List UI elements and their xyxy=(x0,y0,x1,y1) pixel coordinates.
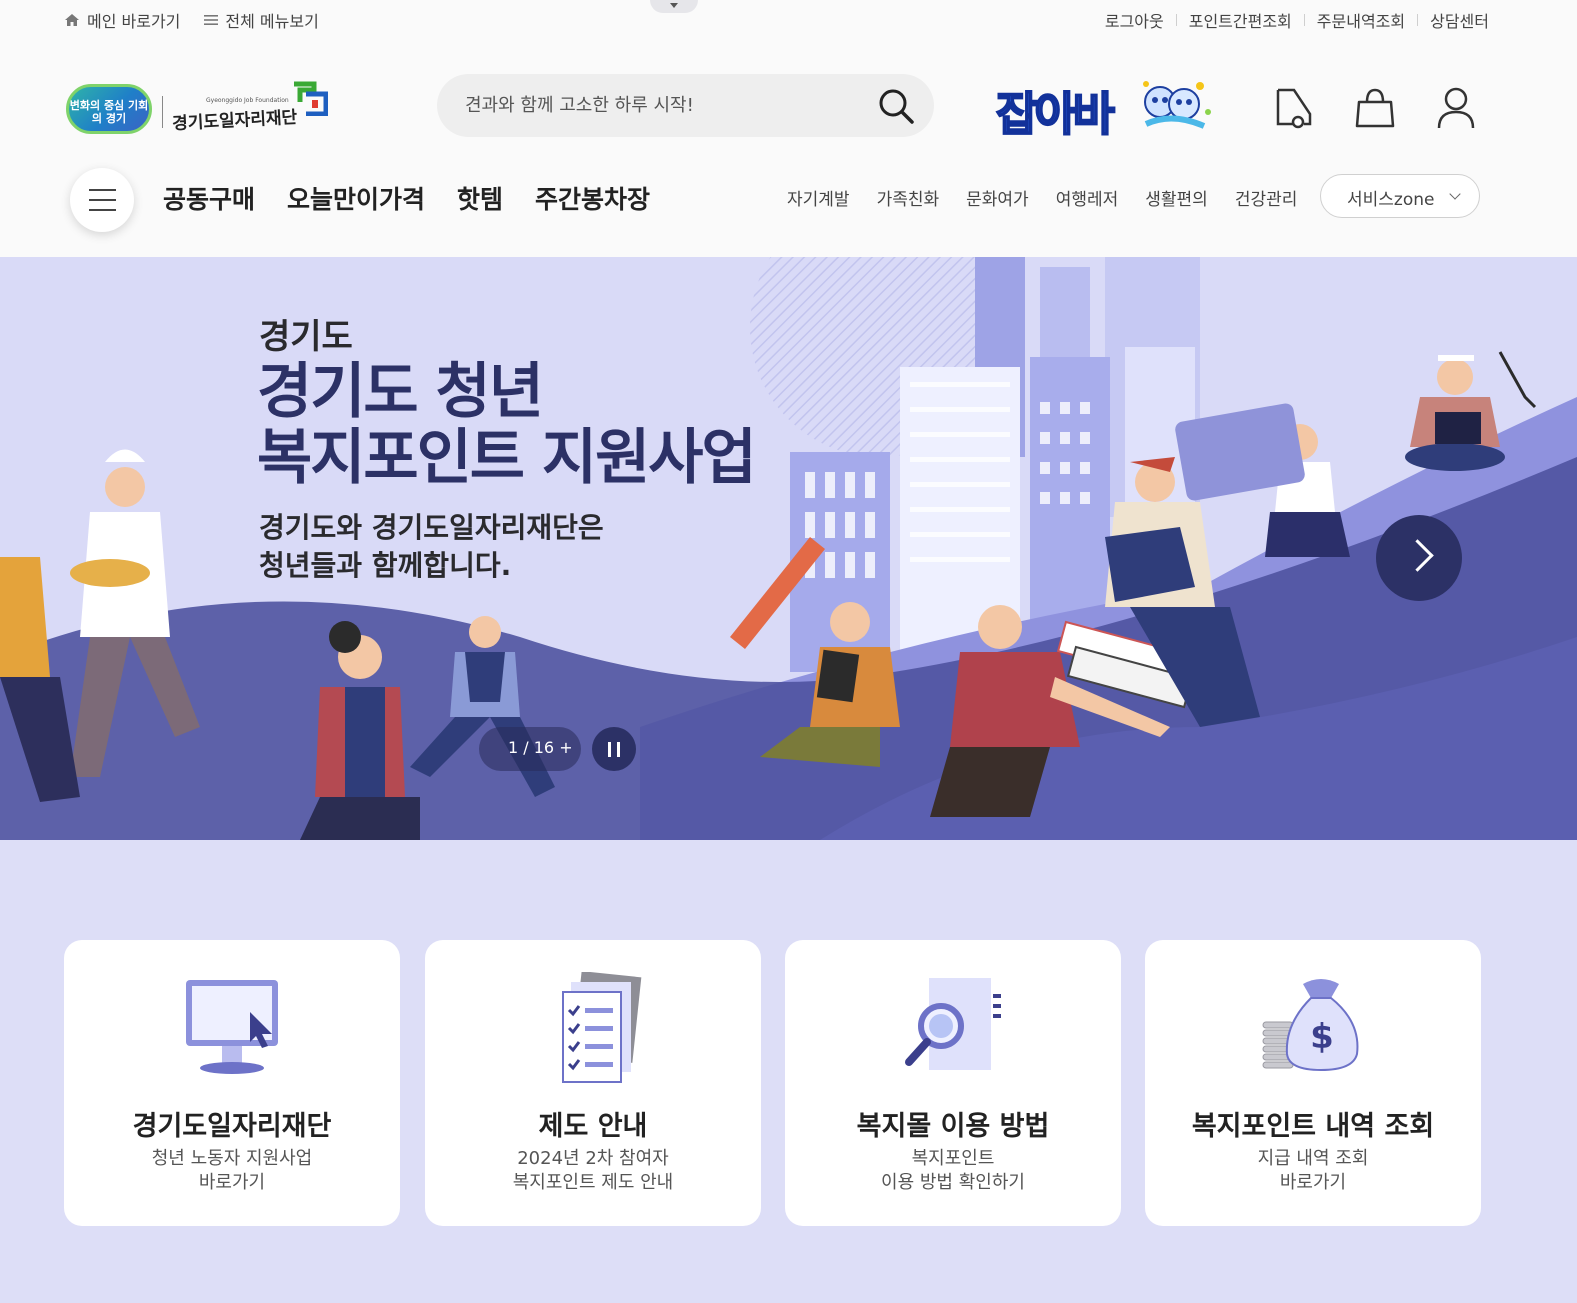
hamburger-menu-button[interactable] xyxy=(70,168,134,232)
card-desc-line1: 청년 노동자 지원사업 xyxy=(151,1148,313,1169)
card-desc-line2: 이용 방법 확인하기 xyxy=(881,1172,1025,1193)
quick-link-card-points[interactable]: $ 복지포인트 내역 조회 지급 내역 조회 바로가기 xyxy=(1145,940,1481,1226)
nav-group-buy[interactable]: 공동구매 xyxy=(163,180,255,216)
nav-travel[interactable]: 여행레저 xyxy=(1056,185,1119,210)
monitor-icon xyxy=(186,980,278,1074)
point-lookup-link[interactable]: 포인트간편조회 xyxy=(1189,8,1292,32)
jobaba-logo[interactable]: 잡아바 xyxy=(995,76,1218,142)
hero-desc-line1: 경기도와 경기도일자리재단은 xyxy=(259,511,604,544)
quick-links-section: 경기도일자리재단 청년 노동자 지원사업 바로가기 제도 안내 2024년 2차… xyxy=(0,840,1577,1303)
card-desc-line2: 복지포인트 제도 안내 xyxy=(512,1172,674,1193)
divider xyxy=(1303,14,1305,26)
gyeonggi-slogan-logo: 변화의 중심 기회의 경기 xyxy=(66,84,152,134)
hero-banner[interactable]: 경기도 경기도 청년 복지포인트 지원사업 경기도와 경기도일자리재단은 청년들… xyxy=(0,257,1577,840)
home-link-label: 메인 바로가기 xyxy=(87,12,181,31)
hamburger-icon xyxy=(89,189,116,191)
magnifier-document-icon xyxy=(905,978,1001,1070)
user-icon[interactable] xyxy=(1434,84,1478,132)
nav-health[interactable]: 건강관리 xyxy=(1235,185,1298,210)
quick-link-card-howto[interactable]: 복지몰 이용 방법 복지포인트 이용 방법 확인하기 xyxy=(785,940,1121,1226)
all-menu-label: 전체 메뉴보기 xyxy=(225,12,319,31)
pause-icon xyxy=(608,742,611,757)
quick-link-card-foundation[interactable]: 경기도일자리재단 청년 노동자 지원사업 바로가기 xyxy=(64,940,400,1226)
main-nav: 공동구매 오늘만이가격 핫템 주간봉차장 xyxy=(163,180,650,216)
hero-subtitle: 경기도 xyxy=(259,317,353,357)
delivery-truck-icon[interactable] xyxy=(1274,84,1318,132)
logout-link[interactable]: 로그아웃 xyxy=(1105,8,1164,32)
card-title: 제도 안내 xyxy=(538,1111,648,1142)
foundation-mark-icon xyxy=(294,81,328,116)
nav-living[interactable]: 생활편의 xyxy=(1145,185,1208,210)
search-icon[interactable] xyxy=(876,86,916,126)
svg-text:$: $ xyxy=(1310,1017,1334,1057)
slide-counter[interactable]: 1 / 16 + xyxy=(479,727,581,771)
divider xyxy=(1175,14,1177,26)
home-icon xyxy=(65,14,79,26)
nav-self-development[interactable]: 자기계발 xyxy=(787,185,850,210)
all-menu-link[interactable]: 전체 메뉴보기 xyxy=(204,8,319,32)
card-desc-line1: 복지포인트 xyxy=(911,1148,995,1169)
service-zone-label: 서비스zone xyxy=(1347,190,1435,210)
header-toggle-tab[interactable] xyxy=(650,0,698,13)
jobaba-logo-text: 잡아바 xyxy=(995,86,1116,142)
utility-bar: 메인 바로가기 전체 메뉴보기 로그아웃 포인트간편조회 주문내역조회 상담센터 xyxy=(0,0,1577,40)
card-desc-line1: 지급 내역 조회 xyxy=(1257,1148,1369,1169)
card-desc-line1: 2024년 2차 참여자 xyxy=(517,1148,669,1169)
hero-illustration xyxy=(0,257,1577,840)
document-checklist-icon xyxy=(562,972,642,1083)
card-desc-line2: 바로가기 xyxy=(1279,1172,1347,1193)
nav-hot-item[interactable]: 핫템 xyxy=(457,180,503,216)
next-slide-button[interactable] xyxy=(1376,515,1462,601)
divider xyxy=(1417,14,1419,26)
nav-today-price[interactable]: 오늘만이가격 xyxy=(287,180,425,216)
hero-description: 경기도와 경기도일자리재단은 청년들과 함께합니다. xyxy=(259,509,604,585)
card-title: 복지포인트 내역 조회 xyxy=(1191,1111,1435,1142)
hero-desc-line2: 청년들과 함께합니다. xyxy=(259,549,512,582)
shopping-bag-icon[interactable] xyxy=(1353,84,1397,132)
quick-link-card-guide[interactable]: 제도 안내 2024년 2차 참여자 복지포인트 제도 안내 xyxy=(425,940,761,1226)
nav-family[interactable]: 가족친화 xyxy=(877,185,940,210)
nav-weekly[interactable]: 주간봉차장 xyxy=(535,180,650,216)
card-title: 경기도일자리재단 xyxy=(132,1111,332,1142)
logo-divider xyxy=(162,96,163,128)
utility-left: 메인 바로가기 전체 메뉴보기 xyxy=(64,8,319,32)
service-zone-dropdown[interactable]: 서비스zone xyxy=(1320,174,1480,218)
jobaba-mascot-icon xyxy=(1143,81,1211,129)
hero-title-line1: 경기도 청년 xyxy=(257,357,544,427)
order-history-link[interactable]: 주문내역조회 xyxy=(1317,8,1405,32)
pause-button[interactable] xyxy=(592,727,636,771)
site-logo[interactable]: 변화의 중심 기회의 경기 Gyeonggido Job Foundation … xyxy=(66,78,336,142)
home-link[interactable]: 메인 바로가기 xyxy=(64,8,180,32)
hero-title-line2: 복지포인트 지원사업 xyxy=(257,423,757,493)
category-nav: 자기계발 가족친화 문화여가 여행레저 생활편의 건강관리 xyxy=(787,185,1297,210)
search-bar xyxy=(437,74,934,137)
search-input[interactable] xyxy=(465,86,865,124)
nav-culture[interactable]: 문화여가 xyxy=(966,185,1029,210)
money-bag-icon: $ xyxy=(1262,979,1359,1072)
hamburger-icon-line xyxy=(89,199,116,201)
help-center-link[interactable]: 상담센터 xyxy=(1430,8,1489,32)
list-icon xyxy=(204,15,219,25)
hamburger-icon-line xyxy=(89,209,116,211)
pause-icon-bar xyxy=(617,742,620,757)
card-desc-line2: 바로가기 xyxy=(198,1172,266,1193)
utility-right: 로그아웃 포인트간편조회 주문내역조회 상담센터 xyxy=(1105,8,1489,32)
logo-org-name: 경기도일자리재단 xyxy=(171,107,298,135)
chevron-down-icon xyxy=(1449,188,1461,200)
hero-title: 경기도 청년 복지포인트 지원사업 xyxy=(257,357,757,493)
card-title: 복지몰 이용 방법 xyxy=(856,1111,1050,1142)
